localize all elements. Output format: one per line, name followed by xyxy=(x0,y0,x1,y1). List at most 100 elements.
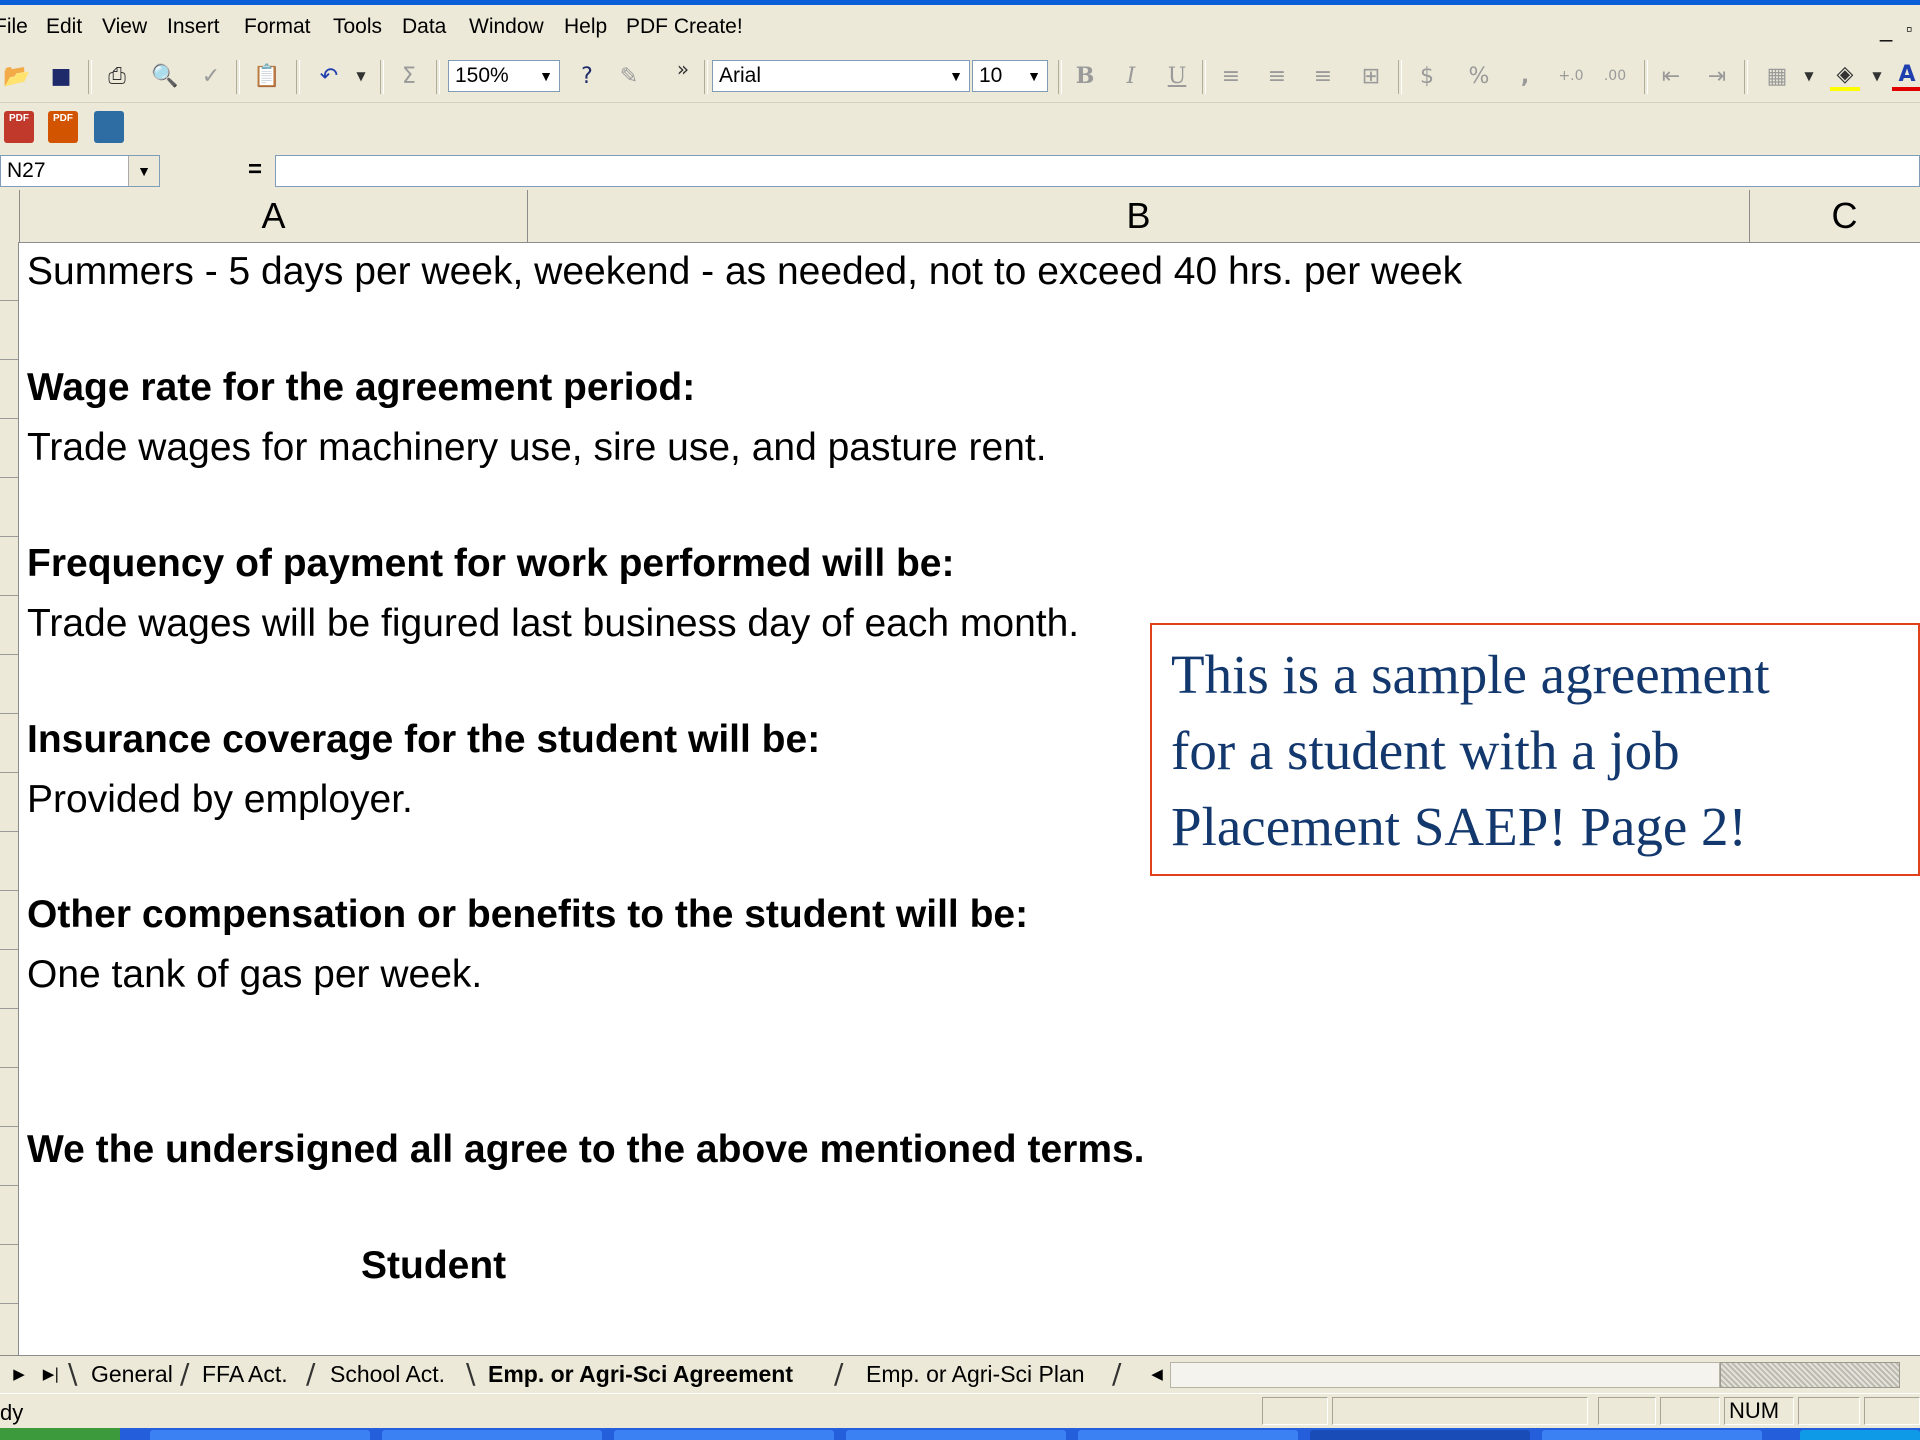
taskbar-item-active[interactable] xyxy=(1310,1430,1530,1440)
name-box[interactable]: N27 ▼ xyxy=(0,155,160,187)
align-center-icon[interactable]: ≡ xyxy=(1262,61,1292,91)
chevron-down-icon[interactable]: ▼ xyxy=(945,63,967,89)
menu-format[interactable]: Format xyxy=(244,15,311,39)
horizontal-scrollbar[interactable] xyxy=(1170,1362,1720,1388)
scroll-left-icon[interactable]: ◀ xyxy=(1146,1360,1168,1388)
decrease-indent-icon[interactable]: ⇤ xyxy=(1656,61,1686,91)
borders-icon[interactable]: ▦ xyxy=(1762,61,1792,91)
menu-edit[interactable]: Edit xyxy=(46,15,82,39)
autosum-icon[interactable]: Σ xyxy=(394,61,424,91)
fill-color-icon[interactable]: ◈ xyxy=(1830,61,1860,91)
pdf-settings-icon[interactable] xyxy=(94,111,124,143)
menu-help[interactable]: Help xyxy=(564,15,607,39)
next-sheet-icon[interactable]: ▶ xyxy=(8,1360,30,1388)
underline-icon[interactable]: U xyxy=(1162,61,1192,91)
menu-pdf-create[interactable]: PDF Create! xyxy=(626,15,743,39)
cell-schedule[interactable]: Summers - 5 days per week, weekend - as … xyxy=(27,250,1462,294)
zoom-value: 150% xyxy=(455,64,509,87)
undo-icon[interactable]: ↶ xyxy=(314,61,344,91)
taskbar-item[interactable] xyxy=(614,1430,834,1440)
open-folder-icon[interactable]: 📂 xyxy=(2,61,32,91)
comma-icon[interactable]: , xyxy=(1510,61,1540,91)
row-headers[interactable] xyxy=(0,242,19,1355)
chevron-down-icon[interactable]: ▼ xyxy=(128,156,159,186)
column-header-b[interactable]: B xyxy=(528,190,1750,242)
cell-frequency-heading[interactable]: Frequency of payment for work performed … xyxy=(27,542,955,586)
row-divider xyxy=(0,595,18,596)
increase-indent-icon[interactable]: ⇥ xyxy=(1702,61,1732,91)
tab-general[interactable]: General xyxy=(91,1358,173,1390)
horizontal-scroll-thumb[interactable] xyxy=(1720,1362,1900,1388)
cell-compensation-value[interactable]: One tank of gas per week. xyxy=(27,953,482,997)
italic-icon[interactable]: I xyxy=(1116,61,1146,91)
cell-frequency-value[interactable]: Trade wages will be figured last busines… xyxy=(27,602,1079,646)
taskbar-item[interactable] xyxy=(1078,1430,1298,1440)
worksheet-grid[interactable]: A B C Summers - 5 days per week, weekend… xyxy=(0,190,1920,1355)
taskbar-item[interactable] xyxy=(1542,1430,1762,1440)
formula-bar: N27 ▼ = xyxy=(0,152,1920,190)
fill-color-dropdown-icon[interactable]: ▼ xyxy=(1862,61,1892,91)
cell-insurance-value[interactable]: Provided by employer. xyxy=(27,778,413,822)
restore-icon[interactable]: ▫ xyxy=(1906,19,1912,40)
help-icon[interactable]: ? xyxy=(572,61,602,91)
font-color-icon[interactable]: A xyxy=(1892,61,1920,91)
print-preview-icon[interactable]: 🔍 xyxy=(150,61,180,91)
separator xyxy=(296,60,300,94)
align-right-icon[interactable]: ≡ xyxy=(1308,61,1338,91)
start-button[interactable] xyxy=(0,1428,120,1440)
cell-wage-heading[interactable]: Wage rate for the agreement period: xyxy=(27,366,695,410)
formula-equals[interactable]: = xyxy=(248,156,262,184)
cell-agreement-statement[interactable]: We the undersigned all agree to the abov… xyxy=(27,1128,1145,1172)
select-all-corner[interactable] xyxy=(0,190,20,242)
pdf-email-icon[interactable]: PDF xyxy=(48,111,78,143)
taskbar-item[interactable] xyxy=(846,1430,1066,1440)
formula-input[interactable] xyxy=(275,155,1920,187)
last-sheet-icon[interactable]: ▶| xyxy=(40,1360,62,1388)
tab-emp-agri-sci-agreement[interactable]: Emp. or Agri-Sci Agreement xyxy=(488,1358,793,1390)
sample-note-textbox[interactable]: This is a sample agreement for a student… xyxy=(1150,623,1920,876)
borders-dropdown-icon[interactable]: ▼ xyxy=(1794,61,1824,91)
menu-view[interactable]: View xyxy=(102,15,147,39)
tab-emp-agri-sci-plan[interactable]: Emp. or Agri-Sci Plan xyxy=(866,1358,1085,1390)
cell-student-signature-label[interactable]: Student xyxy=(361,1244,506,1288)
paste-icon[interactable]: 📋 xyxy=(252,61,282,91)
toolbar-options-icon[interactable]: » xyxy=(668,54,698,84)
office-assistant-icon[interactable]: ✎ xyxy=(614,61,644,91)
print-icon[interactable]: ⎙ xyxy=(102,61,132,91)
row-divider xyxy=(0,654,18,655)
callout-line-3: Placement SAEP! Page 2! xyxy=(1171,796,1747,857)
menu-data[interactable]: Data xyxy=(402,15,446,39)
undo-dropdown-icon[interactable]: ▼ xyxy=(346,61,376,91)
spelling-icon[interactable]: ✓ xyxy=(196,61,226,91)
pdf-create-icon[interactable]: PDF xyxy=(4,111,34,143)
decrease-decimal-icon[interactable]: .00 xyxy=(1600,61,1630,91)
menu-window[interactable]: Window xyxy=(469,15,544,39)
percent-icon[interactable]: % xyxy=(1464,61,1494,91)
merge-center-icon[interactable]: ⊞ xyxy=(1356,61,1386,91)
row-divider xyxy=(0,772,18,773)
chevron-down-icon[interactable]: ▼ xyxy=(1023,63,1045,89)
increase-decimal-icon[interactable]: +.0 xyxy=(1556,61,1586,91)
cell-insurance-heading[interactable]: Insurance coverage for the student will … xyxy=(27,718,820,762)
column-header-c[interactable]: C xyxy=(1750,190,1920,242)
taskbar-item[interactable] xyxy=(150,1430,370,1440)
cell-compensation-heading[interactable]: Other compensation or benefits to the st… xyxy=(27,893,1028,937)
menu-tools[interactable]: Tools xyxy=(333,15,382,39)
menu-insert[interactable]: Insert xyxy=(167,15,220,39)
zoom-combo[interactable]: 150% ▼ xyxy=(448,60,560,92)
minimize-icon[interactable]: _ xyxy=(1880,17,1892,43)
currency-icon[interactable]: $ xyxy=(1412,61,1442,91)
font-name-combo[interactable]: Arial ▼ xyxy=(712,60,970,92)
chevron-down-icon[interactable]: ▼ xyxy=(535,63,557,89)
column-header-a[interactable]: A xyxy=(20,190,528,242)
separator xyxy=(1058,60,1062,94)
bold-icon[interactable]: B xyxy=(1070,61,1100,91)
tab-ffa-act[interactable]: FFA Act. xyxy=(202,1358,288,1390)
font-size-combo[interactable]: 10 ▼ xyxy=(972,60,1048,92)
tab-school-act[interactable]: School Act. xyxy=(330,1358,445,1390)
taskbar-item[interactable] xyxy=(382,1430,602,1440)
cell-wage-value[interactable]: Trade wages for machinery use, sire use,… xyxy=(27,426,1047,470)
menu-file[interactable]: File xyxy=(0,15,28,39)
save-icon[interactable]: ■ xyxy=(46,61,76,91)
align-left-icon[interactable]: ≡ xyxy=(1216,61,1246,91)
